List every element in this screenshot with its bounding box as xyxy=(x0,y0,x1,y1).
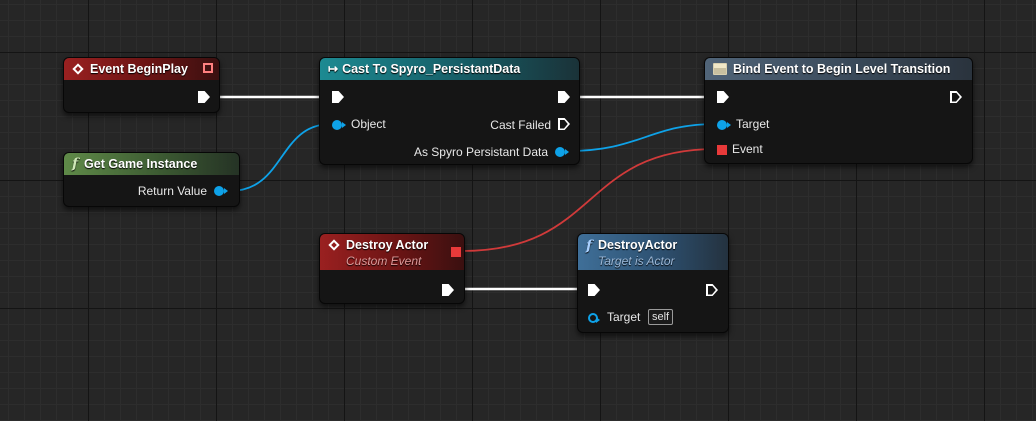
destroy-event-exec-out-pin[interactable] xyxy=(442,284,454,296)
function-icon: f xyxy=(586,238,593,254)
destroy-actor-target-label: Target xyxy=(607,310,641,324)
bind-event-title: Bind Event to Begin Level Transition xyxy=(733,62,951,76)
cast-exec-in-pin[interactable] xyxy=(332,91,344,103)
event-diamond-icon xyxy=(72,63,84,75)
destroy-actor-event-node[interactable]: Destroy Actor Custom Event xyxy=(319,233,465,304)
event-delegate-pin[interactable] xyxy=(203,63,213,73)
destroy-actor-target-pin[interactable] xyxy=(588,313,600,323)
bind-event-delegate-pin[interactable] xyxy=(717,145,727,155)
get-game-instance-title: Get Game Instance xyxy=(84,157,198,171)
get-game-instance-header[interactable]: f Get Game Instance xyxy=(64,153,239,175)
bind-exec-out-pin[interactable] xyxy=(950,91,962,103)
get-game-instance-node[interactable]: f Get Game Instance Return Value xyxy=(63,152,240,207)
bind-target-pin[interactable] xyxy=(717,120,731,130)
bind-exec-in-pin[interactable] xyxy=(717,91,729,103)
destroy-actor-event-header[interactable]: Destroy Actor Custom Event xyxy=(320,234,464,270)
cast-arrow-icon: ↦ xyxy=(328,62,338,76)
cast-title: Cast To Spyro_PersistantData xyxy=(342,62,521,76)
destroy-actor-function-header[interactable]: f DestroyActor Target is Actor xyxy=(578,234,728,270)
target-self-default[interactable]: self xyxy=(648,309,674,325)
event-diamond-icon xyxy=(328,239,340,251)
cast-as-label: As Spyro Persistant Data xyxy=(413,145,548,159)
cast-exec-out-pin[interactable] xyxy=(558,91,570,103)
event-beginplay-header[interactable]: Event BeginPlay xyxy=(64,58,219,80)
object-wire-cast-to-bind-target xyxy=(567,123,717,152)
bind-event-header[interactable]: Bind Event to Begin Level Transition xyxy=(705,58,972,80)
return-value-pin[interactable] xyxy=(214,186,228,196)
custom-event-subtitle: Custom Event xyxy=(346,254,422,268)
destroy-actor-event-title: Destroy Actor xyxy=(346,238,429,252)
cast-as-pin[interactable] xyxy=(555,147,569,157)
bind-event-label: Event xyxy=(732,142,763,156)
bind-event-icon xyxy=(713,63,727,75)
bind-target-label: Target xyxy=(736,117,770,131)
bind-event-node[interactable]: Bind Event to Begin Level Transition Tar… xyxy=(704,57,973,164)
cast-failed-label: Cast Failed xyxy=(490,118,551,132)
destroy-event-delegate-pin[interactable] xyxy=(451,247,461,257)
destroy-actor-exec-out-pin[interactable] xyxy=(706,284,718,296)
function-icon: f xyxy=(72,156,79,172)
object-wire-gameinstance-to-cast xyxy=(229,123,332,192)
cast-node[interactable]: ↦ Cast To Spyro_PersistantData Object Ca… xyxy=(319,57,580,165)
destroy-actor-exec-in-pin[interactable] xyxy=(588,284,600,296)
cast-failed-pin[interactable] xyxy=(558,118,570,130)
destroy-actor-function-node[interactable]: f DestroyActor Target is Actor Target se… xyxy=(577,233,729,333)
cast-object-pin[interactable] xyxy=(332,120,346,130)
event-beginplay-title: Event BeginPlay xyxy=(90,62,188,76)
event-beginplay-node[interactable]: Event BeginPlay xyxy=(63,57,220,113)
target-is-actor-subtitle: Target is Actor xyxy=(598,254,675,268)
destroy-actor-function-title: DestroyActor xyxy=(598,238,678,252)
cast-header[interactable]: ↦ Cast To Spyro_PersistantData xyxy=(320,58,579,80)
cast-object-label: Object xyxy=(351,117,386,131)
beginplay-exec-out-pin[interactable] xyxy=(198,91,210,103)
return-value-label: Return Value xyxy=(137,184,207,198)
